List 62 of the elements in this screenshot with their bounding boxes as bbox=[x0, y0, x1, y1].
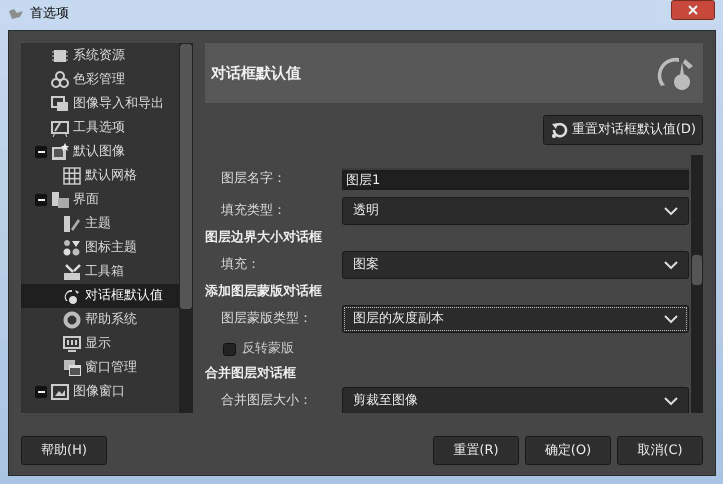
field-label: 图层蒙版类型： bbox=[220, 310, 313, 328]
grid-icon bbox=[63, 167, 81, 185]
tree-item[interactable]: 主题 bbox=[21, 212, 179, 236]
close-icon bbox=[688, 5, 698, 15]
close-button[interactable] bbox=[671, 0, 715, 20]
reset-icon bbox=[550, 121, 568, 139]
tree-item[interactable]: 色彩管理 bbox=[21, 68, 179, 92]
collapse-toggle[interactable] bbox=[35, 194, 47, 206]
easel-icon bbox=[51, 119, 69, 137]
chevron-down-icon bbox=[664, 314, 678, 324]
tree-item[interactable]: 默认图像 bbox=[21, 140, 179, 164]
dialog-button[interactable]: 确定(O) bbox=[525, 436, 611, 465]
dialog-button[interactable]: 帮助(H) bbox=[21, 436, 107, 465]
tree-item[interactable]: 工具选项 bbox=[21, 116, 179, 140]
picture-icon bbox=[51, 383, 69, 401]
ring-icon bbox=[63, 311, 81, 329]
display-icon bbox=[63, 335, 81, 353]
dropdown[interactable]: 图层的灰度副本 bbox=[342, 305, 689, 333]
input-field[interactable]: 图层1 bbox=[342, 168, 689, 190]
window-title: 首选项 bbox=[30, 5, 69, 24]
tree-item[interactable]: 界面 bbox=[21, 188, 179, 212]
tree-item[interactable]: 图标主题 bbox=[21, 236, 179, 260]
section-heading: 添加图层蒙版对话框 bbox=[205, 283, 323, 302]
tree-item[interactable]: 默认网格 bbox=[21, 164, 179, 188]
dialog-button[interactable]: 取消(C) bbox=[617, 436, 703, 465]
field-label: 合并图层大小： bbox=[220, 392, 313, 410]
tree-item[interactable]: 图像窗口 bbox=[21, 380, 179, 404]
field-label: 填充： bbox=[220, 256, 261, 274]
tree-item[interactable]: 帮助系统 bbox=[21, 308, 179, 332]
field-label: 图层名字： bbox=[220, 170, 287, 188]
scrollbar[interactable] bbox=[179, 43, 193, 413]
app-icon bbox=[8, 7, 24, 21]
tree-item[interactable]: 显示 bbox=[21, 332, 179, 356]
page-title: 对话框默认值 bbox=[211, 62, 301, 84]
tree-item[interactable]: 系统资源 bbox=[21, 44, 179, 68]
chevron-down-icon bbox=[664, 206, 678, 216]
collapse-toggle[interactable] bbox=[35, 146, 47, 158]
chevron-down-icon bbox=[664, 396, 678, 406]
collapse-toggle[interactable] bbox=[35, 386, 47, 398]
image-star-icon bbox=[51, 143, 69, 161]
dialog-button[interactable]: 重置(R) bbox=[433, 436, 519, 465]
section-heading: 合并图层对话框 bbox=[205, 364, 297, 384]
section-heading: 图层边界大小对话框 bbox=[205, 229, 323, 248]
tree-item[interactable]: 工具箱 bbox=[21, 260, 179, 284]
checkbox-label: 反转蒙版 bbox=[242, 340, 294, 358]
scrollbar[interactable] bbox=[691, 155, 703, 413]
checkbox[interactable] bbox=[223, 342, 236, 356]
tree-item[interactable]: 对话框默认值 bbox=[21, 284, 179, 308]
tree-item[interactable]: 图像导入和导出 bbox=[21, 92, 179, 116]
field-label: 填充类型： bbox=[220, 202, 287, 220]
dropdown[interactable]: 剪裁至图像 bbox=[342, 387, 689, 413]
circles-icon bbox=[51, 71, 69, 89]
gauge-icon bbox=[63, 287, 81, 305]
tree-item[interactable]: 窗口管理 bbox=[21, 356, 179, 380]
chip-icon bbox=[51, 47, 69, 65]
panels-icon bbox=[51, 191, 69, 209]
windows-icon bbox=[63, 359, 81, 377]
chevron-down-icon bbox=[664, 260, 678, 270]
monitor-icon bbox=[51, 95, 69, 113]
dropdown[interactable]: 图案 bbox=[342, 251, 689, 279]
dropdown[interactable]: 透明 bbox=[342, 197, 689, 225]
reset-defaults-button[interactable]: 重置对话框默认值(D) bbox=[542, 115, 703, 145]
